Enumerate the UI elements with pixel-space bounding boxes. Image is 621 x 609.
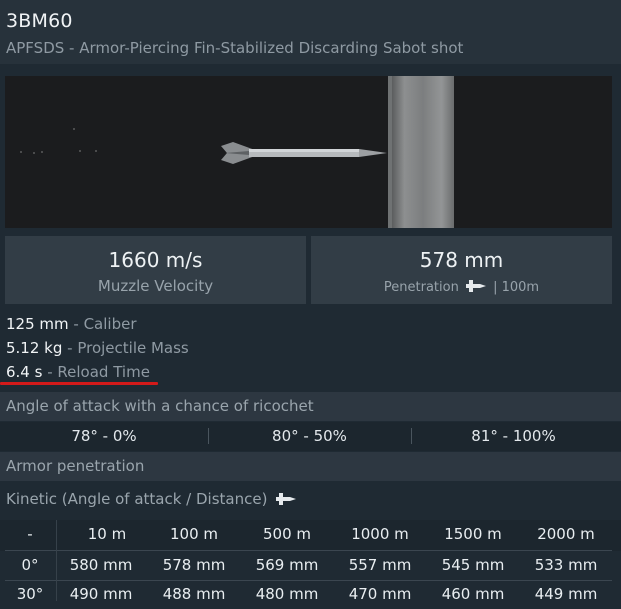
table-cell: 480 mm	[255, 585, 319, 603]
table-header-cell: 500 m	[262, 525, 311, 543]
projectile-mass-value: 5.12 kg	[6, 339, 63, 357]
penetration-box: 578 mm Penetration | 100m	[311, 236, 612, 304]
table-header-cell: 1000 m	[351, 525, 409, 543]
armor-title: Armor penetration	[6, 457, 145, 475]
shell-icon	[276, 493, 297, 505]
table-cell: 0°	[21, 556, 39, 574]
table-row: 30° 490 mm 488 mm 480 mm 470 mm 460 mm 4…	[0, 580, 621, 609]
table-cell: 30°	[16, 585, 44, 603]
penetration-value: 578 mm	[419, 248, 504, 272]
kinetic-label-text: Kinetic (Angle of attack / Distance)	[6, 490, 268, 508]
ricochet-row: 78° - 0% 80° - 50% 81° - 100%	[0, 422, 621, 451]
table-header-cell: 100 m	[169, 525, 218, 543]
divider	[56, 520, 57, 601]
penetration-table-header: - 10 m 100 m 500 m 1000 m 1500 m 2000 m	[0, 520, 621, 551]
ricochet-item: 81° - 100%	[471, 427, 556, 445]
table-header-cell: 1500 m	[444, 525, 502, 543]
table-cell: 488 mm	[162, 585, 226, 603]
table-header-cell: 10 m	[87, 525, 127, 543]
caliber-row: 125 mm - Caliber	[6, 315, 137, 333]
reload-time-value: 6.4 s	[6, 363, 43, 381]
table-cell: 449 mm	[534, 585, 598, 603]
projectile-mass-row: 5.12 kg - Projectile Mass	[6, 339, 189, 357]
shell-type-description: Armor-Piercing Fin-Stabilized Discarding…	[79, 39, 464, 57]
muzzle-velocity-box: 1660 m/s Muzzle Velocity	[5, 236, 306, 304]
table-cell: 545 mm	[441, 556, 505, 574]
penetration-distance: | 100m	[493, 280, 540, 295]
armor-section-header: Armor penetration	[0, 452, 621, 481]
ricochet-item: 78° - 0%	[71, 427, 137, 445]
table-cell: 557 mm	[348, 556, 412, 574]
caliber-value: 125 mm	[6, 315, 69, 333]
muzzle-velocity-label: Muzzle Velocity	[97, 277, 214, 295]
penetration-label: Penetration | 100m	[311, 279, 612, 295]
shell-type-code: APFSDS	[6, 39, 65, 57]
table-cell: 490 mm	[69, 585, 133, 603]
table-cell: 470 mm	[348, 585, 412, 603]
table-cell: 580 mm	[69, 556, 133, 574]
shell-header: 3BM60 APFSDS - Armor-Piercing Fin-Stabil…	[0, 0, 621, 64]
highlight-underline	[0, 382, 158, 385]
kinetic-label: Kinetic (Angle of attack / Distance)	[6, 490, 297, 508]
table-row: 0° 580 mm 578 mm 569 mm 557 mm 545 mm 53…	[0, 551, 621, 580]
ricochet-section-header: Angle of attack with a chance of ricoche…	[0, 392, 621, 421]
projectile-mass-label: Projectile Mass	[77, 339, 189, 357]
ricochet-item: 80° - 50%	[272, 427, 347, 445]
reload-time-label: Reload Time	[57, 363, 150, 381]
table-header-cell: 2000 m	[537, 525, 595, 543]
shell-type: APFSDS - Armor-Piercing Fin-Stabilized D…	[6, 39, 464, 57]
caliber-label: Caliber	[83, 315, 137, 333]
muzzle-velocity-value: 1660 m/s	[108, 248, 203, 272]
armor-plate-image	[392, 76, 454, 228]
reload-time-row: 6.4 s - Reload Time	[6, 363, 150, 381]
projectile-image	[221, 142, 387, 164]
shell-icon	[465, 280, 486, 292]
table-cell: 578 mm	[162, 556, 226, 574]
table-cell: 460 mm	[441, 585, 505, 603]
shell-preview	[5, 76, 612, 228]
shell-name: 3BM60	[6, 10, 73, 32]
table-cell: 569 mm	[255, 556, 319, 574]
table-header-cell: -	[27, 525, 33, 543]
penetration-label-text: Penetration	[383, 280, 459, 295]
ricochet-title: Angle of attack with a chance of ricoche…	[6, 397, 314, 415]
table-cell: 533 mm	[534, 556, 598, 574]
